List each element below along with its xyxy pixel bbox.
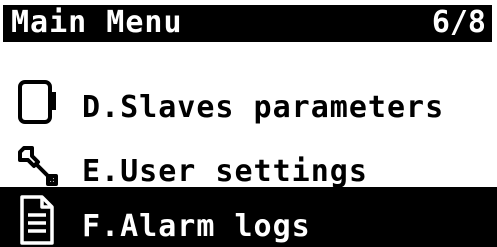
menu-item-user-settings[interactable]: E.User settings xyxy=(0,132,497,192)
page-indicator: 6/8 xyxy=(431,5,486,40)
document-log-icon xyxy=(14,193,62,247)
menu-item-label: E.User settings xyxy=(82,154,368,189)
slave-device-icon xyxy=(14,78,62,134)
menu-item-alarm-logs[interactable]: F.Alarm logs xyxy=(0,187,497,247)
menu-item-slaves-parameters[interactable]: D.Slaves parameters xyxy=(0,72,497,132)
menu-item-label: F.Alarm logs xyxy=(82,209,311,244)
header-bar: Main Menu 6/8 xyxy=(3,5,492,42)
lcd-screen: Main Menu 6/8 D.Slaves parameters E.User… xyxy=(0,0,497,247)
menu-item-label: D.Slaves parameters xyxy=(82,90,445,125)
menu-title: Main Menu xyxy=(11,5,183,40)
